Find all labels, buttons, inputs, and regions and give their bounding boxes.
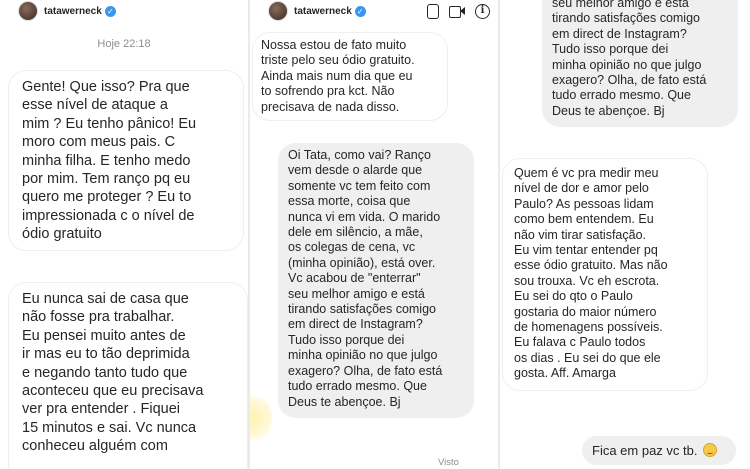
received-message[interactable]: Eu nunca sai de casa que não fosse pra t… xyxy=(8,282,248,469)
sent-message-text: Fica em paz vc tb. xyxy=(592,443,698,458)
chat-panel-1: tatawerneck ✓ Hoje 22:18 Gente! Que isso… xyxy=(0,0,248,469)
sent-message[interactable]: Fica em paz vc tb. xyxy=(582,436,736,465)
chat-header: tatawerneck ✓ i xyxy=(250,0,498,22)
avatar[interactable] xyxy=(18,1,38,21)
phone-icon[interactable] xyxy=(427,3,439,19)
chat-header: tatawerneck ✓ xyxy=(0,0,248,22)
username[interactable]: tatawerneck xyxy=(44,6,102,17)
chat-panel-2: tatawerneck ✓ i Nossa estou de fato muit… xyxy=(250,0,498,469)
reaction-highlight xyxy=(250,393,272,443)
sent-message[interactable]: Oi Tata, como vai? Ranço vem desde o ala… xyxy=(278,143,474,418)
seen-status: Visto xyxy=(438,457,459,468)
received-message[interactable]: Quem é vc pra medir meu nível de dor e a… xyxy=(502,158,708,391)
wink-kiss-emoji-icon xyxy=(703,443,718,457)
verified-badge-icon: ✓ xyxy=(104,5,116,17)
chat-panel-3: seu melhor amigo e está tirando satisfaç… xyxy=(500,0,750,469)
username[interactable]: tatawerneck xyxy=(294,6,352,17)
video-call-icon[interactable] xyxy=(449,5,465,18)
avatar[interactable] xyxy=(268,1,288,21)
received-message[interactable]: Nossa estou de fato muito triste pelo se… xyxy=(252,32,448,122)
received-message[interactable]: Gente! Que isso? Pra que esse nível de a… xyxy=(8,70,244,251)
info-icon[interactable]: i xyxy=(475,3,490,19)
message-timestamp: Hoje 22:18 xyxy=(97,38,151,50)
verified-badge-icon: ✓ xyxy=(354,5,366,17)
sent-message[interactable]: seu melhor amigo e está tirando satisfaç… xyxy=(542,0,738,128)
